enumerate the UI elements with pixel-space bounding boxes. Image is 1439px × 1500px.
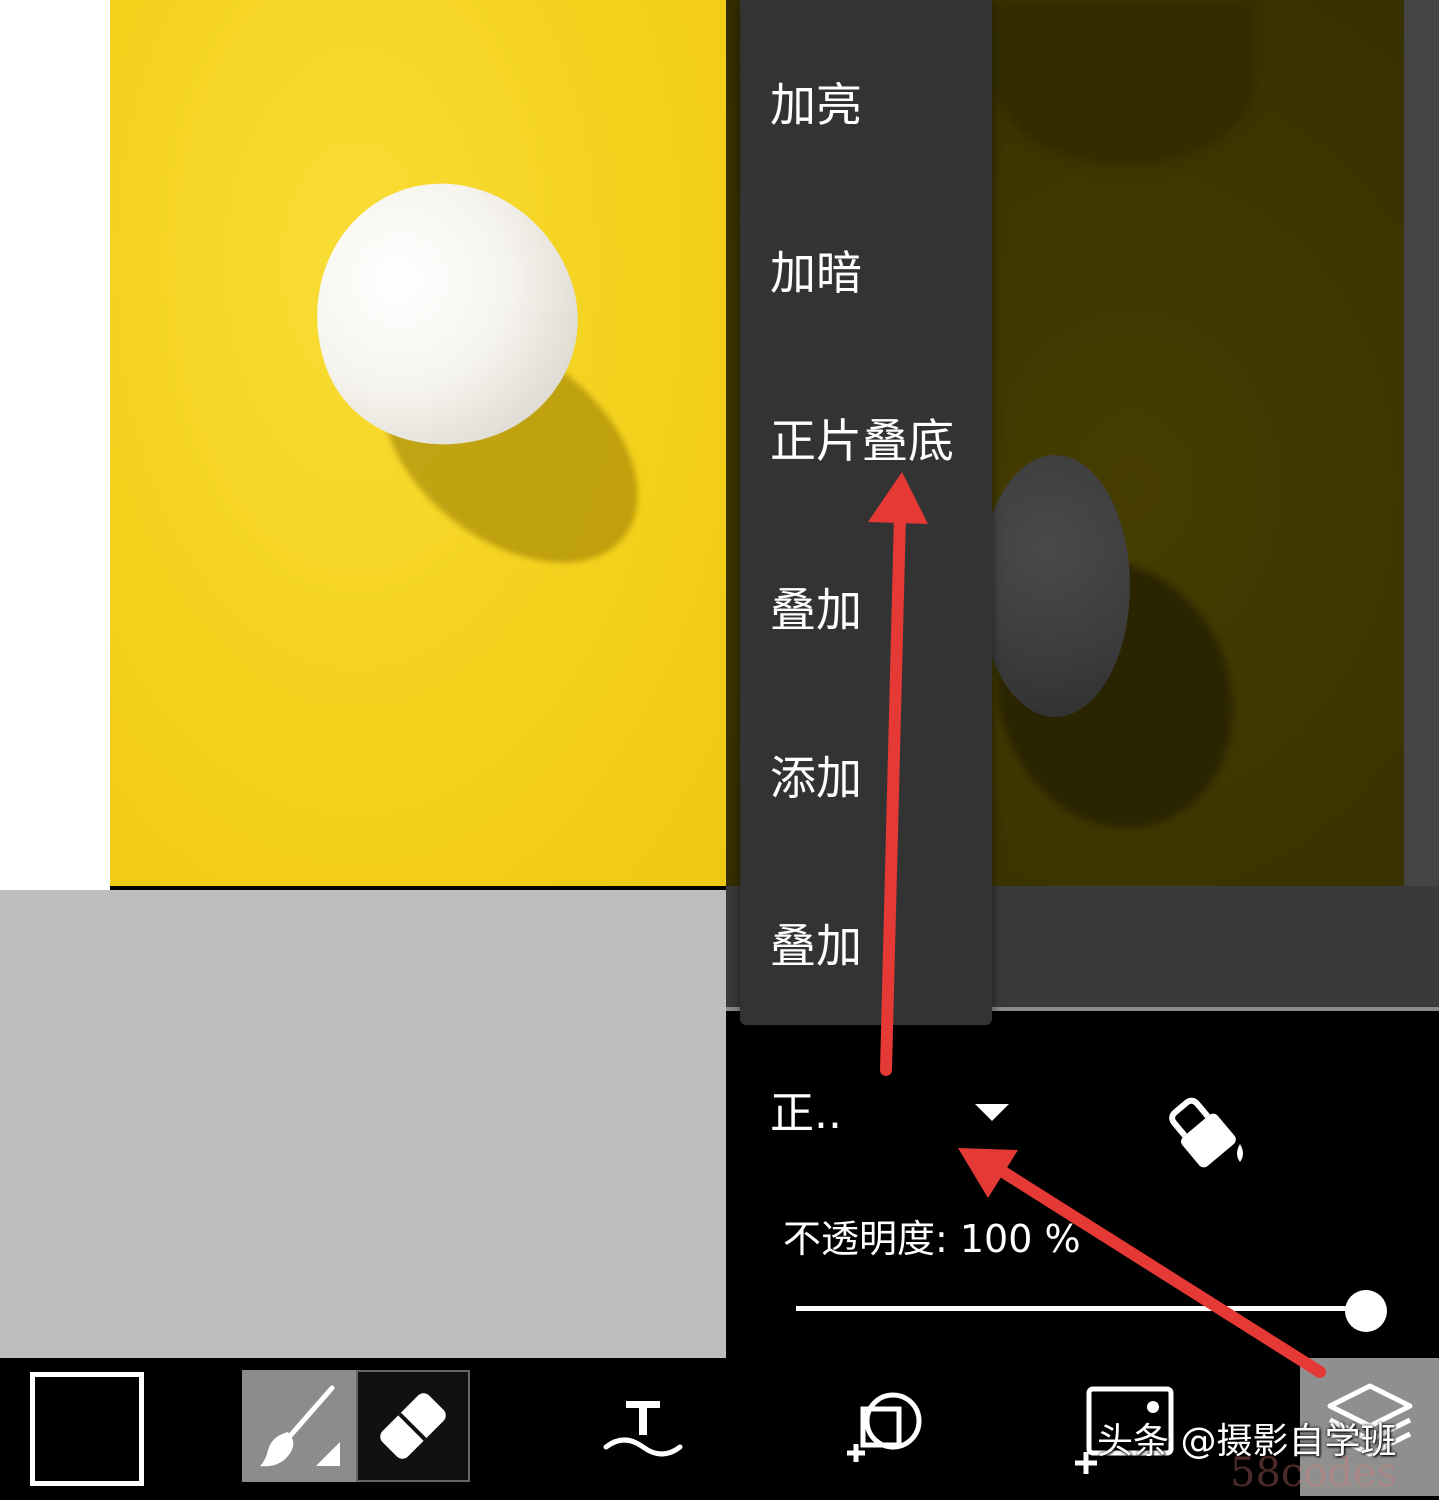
- brush-button[interactable]: [242, 1370, 356, 1482]
- workspace-background: [0, 890, 726, 1358]
- blend-option-multiply[interactable]: 正片叠底: [770, 411, 954, 471]
- blend-option-lighten[interactable]: 加亮: [770, 75, 862, 135]
- blend-mode-select[interactable]: 正..: [770, 1085, 842, 1143]
- opacity-label: 不透明度: 100 %: [783, 1217, 1081, 1261]
- egg-shadow-dim-top: [995, 0, 1255, 165]
- opacity-slider-track[interactable]: [796, 1306, 1366, 1311]
- brush-icon: [260, 1385, 340, 1467]
- blend-option-overlay[interactable]: 叠加: [770, 580, 862, 640]
- canvas-margin: [0, 0, 110, 890]
- opacity-slider-handle[interactable]: [1345, 1290, 1387, 1332]
- paint-bucket-icon[interactable]: [1168, 1092, 1250, 1174]
- blend-mode-dropdown: 加亮 加暗 正片叠底 叠加 添加 叠加: [740, 0, 992, 1025]
- add-shape-icon[interactable]: [843, 1385, 929, 1469]
- egg-image-dim: [980, 455, 1130, 717]
- blend-option-overlay-2[interactable]: 叠加: [770, 916, 862, 976]
- eraser-button[interactable]: [356, 1370, 470, 1482]
- watermark-faint: 58codes: [1230, 1450, 1398, 1496]
- text-tool-icon[interactable]: [600, 1395, 686, 1465]
- chevron-down-icon[interactable]: [975, 1104, 1009, 1121]
- blend-option-add[interactable]: 添加: [770, 748, 862, 808]
- eraser-icon: [380, 1393, 446, 1459]
- color-swatch[interactable]: [30, 1372, 144, 1486]
- canvas-frame: [1404, 0, 1439, 1010]
- blend-option-darken[interactable]: 加暗: [770, 243, 862, 303]
